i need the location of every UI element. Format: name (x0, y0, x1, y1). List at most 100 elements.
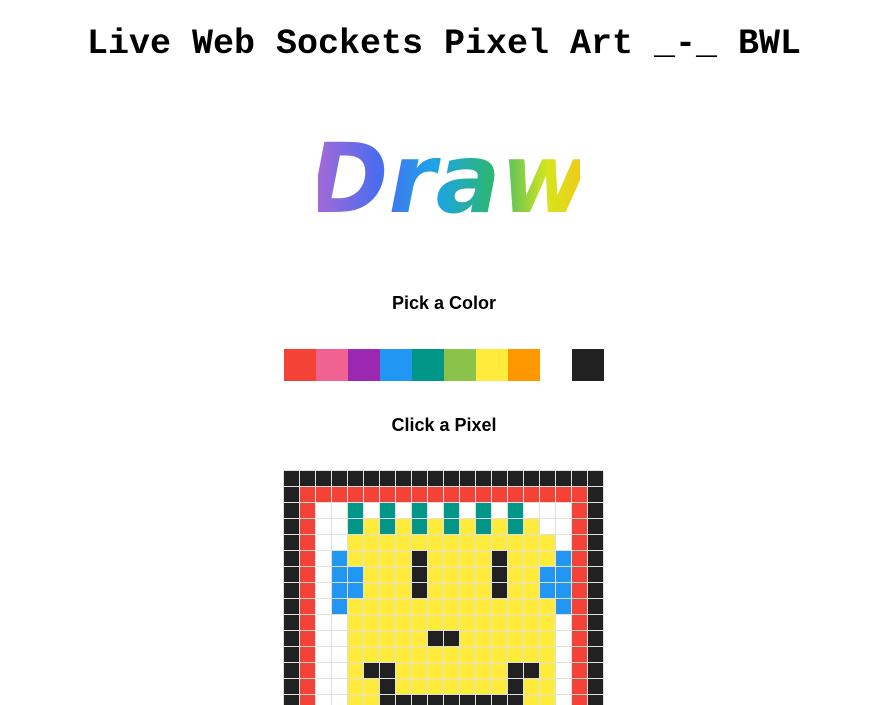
pixel-cell[interactable] (316, 567, 332, 583)
pixel-cell[interactable] (284, 647, 300, 663)
pixel-cell[interactable] (428, 599, 444, 615)
pixel-cell[interactable] (300, 583, 316, 599)
pixel-cell[interactable] (460, 583, 476, 599)
pixel-cell[interactable] (428, 567, 444, 583)
pixel-cell[interactable] (364, 567, 380, 583)
pixel-cell[interactable] (572, 631, 588, 647)
pixel-cell[interactable] (508, 663, 524, 679)
pixel-cell[interactable] (444, 631, 460, 647)
pixel-cell[interactable] (332, 647, 348, 663)
pixel-cell[interactable] (444, 663, 460, 679)
pixel-cell[interactable] (572, 599, 588, 615)
color-swatch-red[interactable] (284, 349, 316, 381)
pixel-cell[interactable] (284, 535, 300, 551)
pixel-cell[interactable] (396, 567, 412, 583)
pixel-cell[interactable] (428, 615, 444, 631)
pixel-cell[interactable] (588, 615, 604, 631)
pixel-cell[interactable] (348, 695, 364, 705)
pixel-cell[interactable] (460, 535, 476, 551)
pixel-cell[interactable] (284, 615, 300, 631)
pixel-cell[interactable] (284, 567, 300, 583)
pixel-cell[interactable] (316, 503, 332, 519)
pixel-cell[interactable] (524, 615, 540, 631)
pixel-cell[interactable] (508, 647, 524, 663)
pixel-cell[interactable] (460, 679, 476, 695)
pixel-cell[interactable] (556, 695, 572, 705)
pixel-cell[interactable] (588, 679, 604, 695)
pixel-cell[interactable] (492, 535, 508, 551)
pixel-cell[interactable] (348, 551, 364, 567)
pixel-cell[interactable] (476, 615, 492, 631)
pixel-cell[interactable] (460, 631, 476, 647)
pixel-cell[interactable] (284, 631, 300, 647)
pixel-cell[interactable] (380, 567, 396, 583)
pixel-cell[interactable] (508, 583, 524, 599)
pixel-cell[interactable] (524, 471, 540, 487)
pixel-cell[interactable] (300, 631, 316, 647)
pixel-cell[interactable] (380, 471, 396, 487)
pixel-cell[interactable] (588, 647, 604, 663)
pixel-cell[interactable] (364, 599, 380, 615)
color-swatch-blue[interactable] (380, 349, 412, 381)
color-swatch-black[interactable] (572, 349, 604, 381)
pixel-cell[interactable] (524, 695, 540, 705)
pixel-cell[interactable] (348, 503, 364, 519)
pixel-cell[interactable] (284, 519, 300, 535)
pixel-cell[interactable] (540, 583, 556, 599)
pixel-cell[interactable] (588, 663, 604, 679)
pixel-cell[interactable] (476, 583, 492, 599)
pixel-cell[interactable] (588, 631, 604, 647)
pixel-cell[interactable] (332, 663, 348, 679)
pixel-cell[interactable] (396, 471, 412, 487)
pixel-cell[interactable] (332, 471, 348, 487)
pixel-cell[interactable] (348, 471, 364, 487)
pixel-cell[interactable] (588, 471, 604, 487)
pixel-cell[interactable] (300, 663, 316, 679)
color-swatch-orange[interactable] (508, 349, 540, 381)
pixel-cell[interactable] (348, 647, 364, 663)
pixel-cell[interactable] (492, 631, 508, 647)
pixel-cell[interactable] (396, 487, 412, 503)
pixel-cell[interactable] (412, 487, 428, 503)
pixel-cell[interactable] (364, 583, 380, 599)
pixel-cell[interactable] (460, 663, 476, 679)
pixel-cell[interactable] (540, 663, 556, 679)
pixel-cell[interactable] (428, 679, 444, 695)
pixel-cell[interactable] (300, 679, 316, 695)
pixel-cell[interactable] (380, 551, 396, 567)
pixel-cell[interactable] (460, 599, 476, 615)
pixel-cell[interactable] (524, 535, 540, 551)
pixel-cell[interactable] (524, 551, 540, 567)
pixel-cell[interactable] (444, 551, 460, 567)
pixel-cell[interactable] (428, 695, 444, 705)
pixel-cell[interactable] (316, 615, 332, 631)
pixel-cell[interactable] (556, 615, 572, 631)
pixel-cell[interactable] (412, 583, 428, 599)
pixel-cell[interactable] (492, 471, 508, 487)
pixel-cell[interactable] (332, 519, 348, 535)
pixel-cell[interactable] (284, 471, 300, 487)
pixel-cell[interactable] (588, 519, 604, 535)
pixel-cell[interactable] (364, 487, 380, 503)
pixel-cell[interactable] (508, 679, 524, 695)
pixel-cell[interactable] (332, 599, 348, 615)
pixel-cell[interactable] (508, 615, 524, 631)
pixel-cell[interactable] (316, 695, 332, 705)
pixel-cell[interactable] (428, 535, 444, 551)
pixel-cell[interactable] (332, 631, 348, 647)
pixel-cell[interactable] (300, 567, 316, 583)
pixel-cell[interactable] (348, 599, 364, 615)
pixel-cell[interactable] (348, 631, 364, 647)
pixel-cell[interactable] (444, 583, 460, 599)
pixel-cell[interactable] (476, 535, 492, 551)
pixel-cell[interactable] (316, 583, 332, 599)
pixel-cell[interactable] (316, 663, 332, 679)
pixel-cell[interactable] (380, 583, 396, 599)
pixel-cell[interactable] (428, 503, 444, 519)
pixel-cell[interactable] (492, 503, 508, 519)
pixel-cell[interactable] (332, 679, 348, 695)
pixel-cell[interactable] (572, 503, 588, 519)
pixel-cell[interactable] (412, 647, 428, 663)
pixel-cell[interactable] (444, 599, 460, 615)
pixel-cell[interactable] (476, 663, 492, 679)
